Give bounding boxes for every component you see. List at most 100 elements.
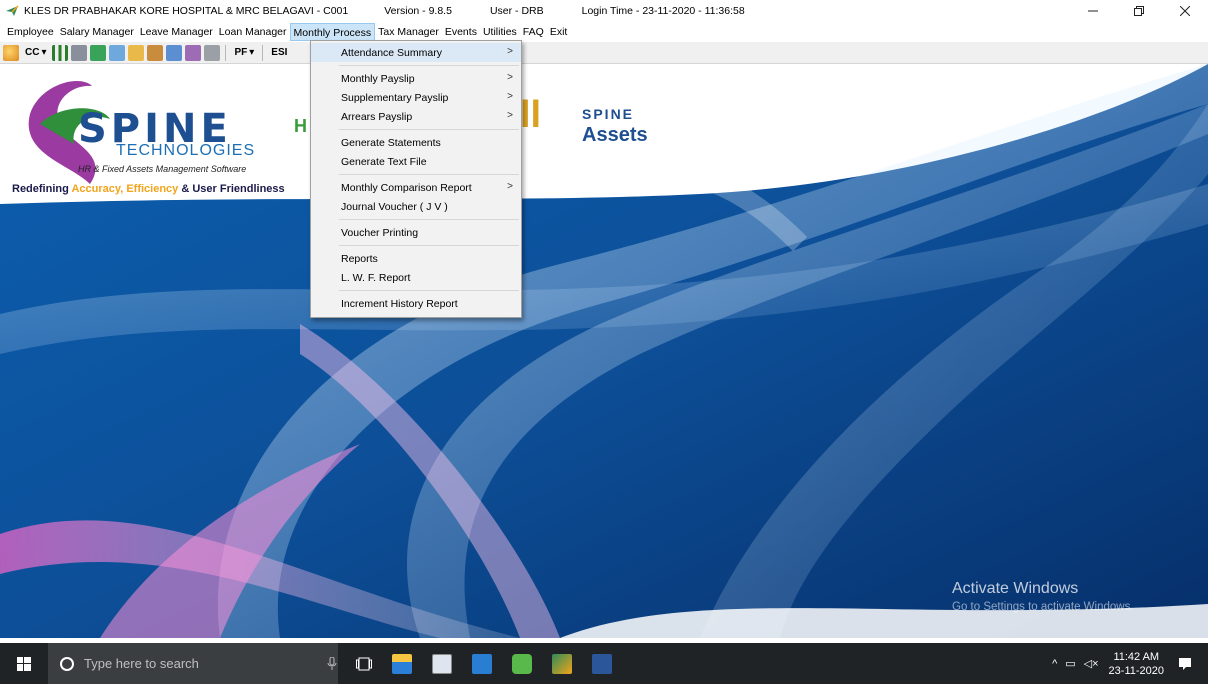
vnc-viewer-icon[interactable]	[432, 653, 452, 674]
menu-separator	[339, 174, 519, 175]
menu-loan-manager[interactable]: Loan Manager	[216, 23, 290, 41]
report-icon[interactable]	[109, 44, 126, 61]
user-label: User - DRB	[489, 5, 544, 17]
cc-dropdown[interactable]: CC ▾	[22, 47, 49, 58]
menu-item-increment-history-report[interactable]: Increment History Report	[311, 294, 521, 313]
watermark-line-2: Go to Settings to activate Windows.	[952, 601, 1134, 613]
menu-item-arrears-payslip[interactable]: Arrears Payslip >	[311, 107, 521, 126]
menu-item-label: Attendance Summary	[341, 46, 442, 59]
menu-leave-manager[interactable]: Leave Manager	[137, 23, 216, 41]
menu-item-monthly-payslip[interactable]: Monthly Payslip >	[311, 69, 521, 88]
menu-utilities[interactable]: Utilities	[480, 23, 520, 41]
table-icon[interactable]	[166, 44, 183, 61]
esi-button[interactable]: ESI	[268, 47, 290, 58]
payroll-logo-letters: ll	[520, 94, 542, 136]
assets-spine-text: SPINE	[582, 106, 635, 122]
taskbar-clock[interactable]: 11:42 AM 23-11-2020	[1109, 650, 1164, 678]
menu-item-voucher-printing[interactable]: Voucher Printing	[311, 223, 521, 242]
file-explorer-icon[interactable]	[392, 653, 412, 674]
toolbar: CC ▾ PF ▾ ESI	[0, 42, 1208, 64]
chevron-right-icon: >	[507, 46, 513, 57]
security-app-icon[interactable]	[512, 653, 532, 674]
menu-tax-manager[interactable]: Tax Manager	[375, 23, 442, 41]
notifications-icon[interactable]	[1178, 657, 1192, 671]
document-icon[interactable]	[204, 44, 221, 61]
chart-icon[interactable]	[52, 44, 69, 61]
microphone-icon[interactable]	[327, 656, 337, 671]
menu-item-label: Supplementary Payslip	[341, 91, 449, 104]
menu-item-label: Increment History Report	[341, 297, 458, 310]
menu-item-label: L. W. F. Report	[341, 271, 411, 284]
word-icon[interactable]	[592, 653, 612, 674]
watermark-line-1: Activate Windows	[952, 580, 1079, 597]
cortana-icon	[60, 656, 74, 671]
taskbar-search-box[interactable]: Type here to search	[48, 643, 338, 684]
restore-button[interactable]	[1116, 0, 1162, 22]
chevron-up-icon[interactable]: ^	[1052, 658, 1057, 670]
menu-item-monthly-comparison-report[interactable]: Monthly Comparison Report >	[311, 178, 521, 197]
system-tray: ^ ▭ ◁× 11:42 AM 23-11-2020	[1052, 643, 1208, 684]
windows-taskbar: Type here to search ^ ▭ ◁× 11:42 AM 23-1…	[0, 643, 1208, 684]
menu-item-label: Reports	[341, 252, 378, 265]
brand-tagline: Redefining Accuracy, Efficiency & User F…	[12, 183, 285, 195]
chevron-down-icon: ▾	[249, 47, 255, 58]
payroll-module-logo[interactable]: ll	[520, 94, 541, 137]
menu-salary-manager[interactable]: Salary Manager	[57, 23, 137, 41]
menu-item-attendance-summary[interactable]: Attendance Summary >	[311, 43, 521, 62]
books-icon[interactable]	[185, 44, 202, 61]
monthly-process-menu: Attendance Summary > Monthly Payslip > Sup…	[310, 40, 522, 318]
menu-item-reports[interactable]: Reports	[311, 249, 521, 268]
menu-separator	[339, 290, 519, 291]
chevron-right-icon: >	[507, 181, 513, 192]
task-view-icon[interactable]	[356, 657, 372, 671]
hr-logo-letter: H	[294, 116, 307, 136]
search-placeholder: Type here to search	[84, 656, 199, 671]
toolbar-separator	[262, 44, 264, 61]
spine-app-icon[interactable]	[552, 653, 572, 674]
people-icon[interactable]	[90, 44, 107, 61]
tagline-part-2: Accuracy, Efficiency	[71, 183, 179, 195]
menu-item-label: Monthly Comparison Report	[341, 181, 472, 194]
clock-date: 23-11-2020	[1108, 664, 1164, 677]
menu-faq[interactable]: FAQ	[520, 23, 547, 41]
edit-icon[interactable]	[128, 44, 145, 61]
tagline-part-1: Redefining	[12, 183, 72, 195]
esi-label: ESI	[271, 47, 288, 58]
restore-icon	[1134, 6, 1144, 16]
menu-item-label: Journal Voucher ( J V )	[341, 200, 448, 213]
volume-muted-icon[interactable]: ◁×	[1084, 657, 1099, 670]
menu-item-supplementary-payslip[interactable]: Supplementary Payslip >	[311, 88, 521, 107]
pf-dropdown[interactable]: PF ▾	[231, 47, 257, 58]
menu-item-lwf-report[interactable]: L. W. F. Report	[311, 268, 521, 287]
menu-item-generate-text-file[interactable]: Generate Text File	[311, 152, 521, 171]
close-button[interactable]	[1162, 0, 1208, 22]
group-icon[interactable]	[147, 44, 164, 61]
clock-time: 11:42 AM	[1113, 650, 1160, 663]
menu-monthly-process[interactable]: Monthly Process	[289, 23, 376, 41]
menu-separator	[339, 245, 519, 246]
chevron-right-icon: >	[507, 91, 513, 102]
app-icon	[6, 5, 19, 16]
brand-technologies-text: TECHNOLOGIES	[116, 142, 256, 159]
menu-events[interactable]: Events	[442, 23, 480, 41]
version-label: Version - 9.8.5	[384, 5, 452, 17]
menu-separator	[339, 129, 519, 130]
remote-desktop-icon[interactable]	[472, 653, 492, 674]
tagline-part-3: & User Friendliness	[178, 183, 285, 195]
cc-label: CC	[25, 47, 40, 58]
menu-item-journal-voucher[interactable]: Journal Voucher ( J V )	[311, 197, 521, 216]
window-titlebar: KLES DR PRABHAKAR KORE HOSPITAL & MRC BE…	[0, 0, 1208, 22]
menu-employee[interactable]: Employee	[4, 23, 57, 41]
assets-module-logo[interactable]: SPINE Assets	[582, 106, 648, 147]
start-button[interactable]	[0, 643, 48, 684]
users-icon[interactable]	[3, 44, 19, 61]
hr-module-logo[interactable]: H	[294, 108, 307, 137]
menu-item-generate-statements[interactable]: Generate Statements	[311, 133, 521, 152]
network-icon[interactable]: ▭	[1065, 657, 1075, 670]
menu-bar: Employee Salary Manager Leave Manager Lo…	[0, 22, 1208, 42]
menu-exit[interactable]: Exit	[547, 23, 571, 41]
menu-separator	[339, 219, 519, 220]
tools-icon[interactable]	[71, 44, 88, 61]
menu-item-label: Generate Text File	[341, 155, 427, 168]
minimize-button[interactable]	[1070, 0, 1116, 22]
